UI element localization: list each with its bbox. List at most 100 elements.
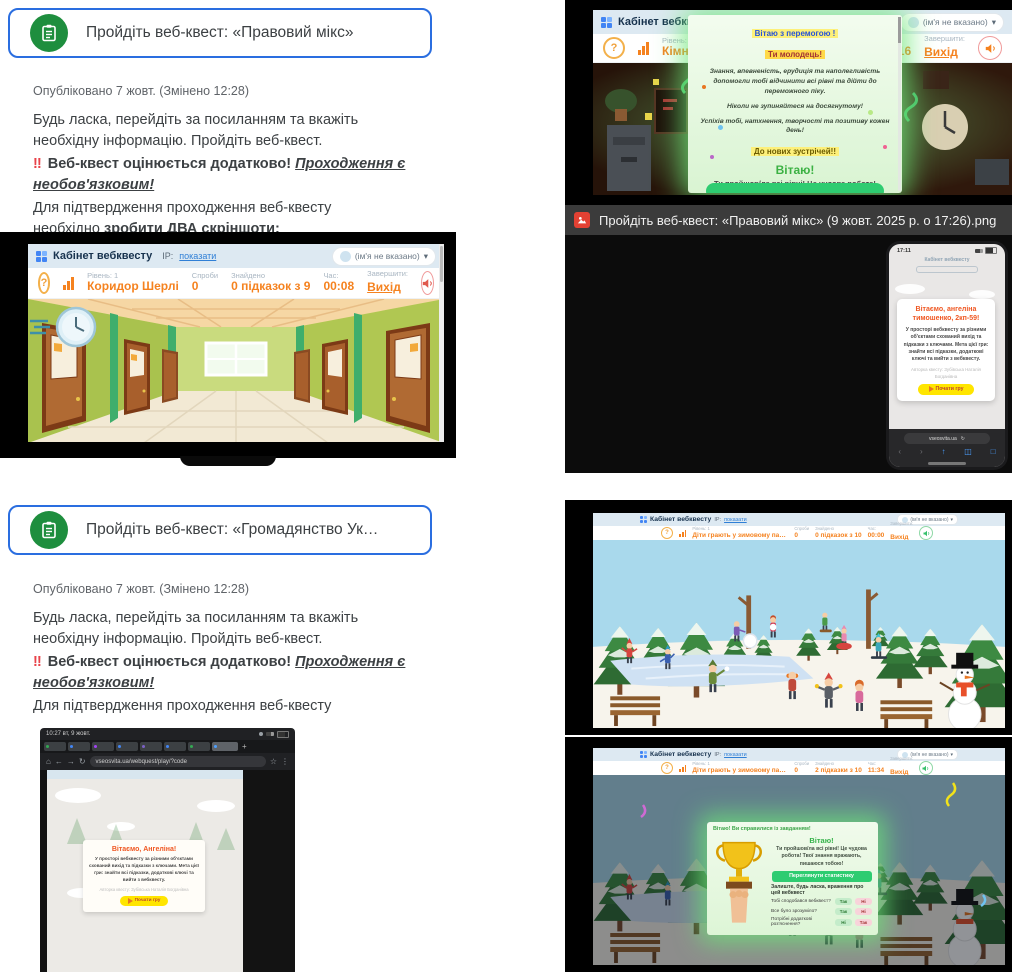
time-value: 00:08 <box>323 280 354 294</box>
browser-tab-active[interactable] <box>212 742 238 751</box>
confetti <box>718 125 723 130</box>
sound-button[interactable] <box>919 761 933 775</box>
webquest-window-winter-2: Кабінет вебквесту IP: показати (ім'я не … <box>593 748 1005 965</box>
attempts-stat: Спроби 0 <box>794 527 809 539</box>
avatar <box>908 17 919 28</box>
welcome-body: У просторі вебквесту за різними об'єктам… <box>89 856 199 884</box>
exit-link[interactable]: Вихід <box>924 45 958 59</box>
menu-button[interactable]: ⋮ <box>281 757 289 766</box>
question-text: Все було зрозуміло? <box>771 909 832 914</box>
exit-link[interactable]: Вихід <box>367 280 401 294</box>
image-file-icon <box>574 212 590 228</box>
bookmark-star-icon[interactable]: ☆ <box>270 757 277 766</box>
help-button[interactable]: ? <box>603 37 625 59</box>
url-text: vseosvita.ua <box>929 436 957 442</box>
user-dropdown[interactable]: (ім'я не вказано) ▾ <box>332 247 436 266</box>
new-tab-button[interactable]: + <box>242 742 247 751</box>
browser-tab[interactable] <box>140 742 162 751</box>
quest-welcome-modal: Вітаємо, ангеліна тимошенко, 2кп-59! У п… <box>897 299 995 401</box>
help-button[interactable]: ? <box>661 527 673 539</box>
sound-button[interactable] <box>978 36 1002 60</box>
rocket-icon <box>929 386 934 392</box>
frame-notch <box>180 456 276 466</box>
level-stat: Рівень: 1 Діти грають у зимовому парку і… <box>692 762 788 774</box>
confetti <box>710 155 714 159</box>
start-quest-label: Почати гру <box>135 898 161 903</box>
help-button[interactable]: ? <box>661 762 673 774</box>
faded-quest-header <box>47 770 243 779</box>
reload-button[interactable]: ↻ <box>79 757 86 766</box>
quest-author: Авторка квесту: Зубівська Наталія Богдан… <box>902 367 990 379</box>
attempts-value: 0 <box>192 280 218 294</box>
assignment-description: Будь ласка, перейдіть за посиланням та в… <box>33 110 423 242</box>
browser-tab[interactable] <box>92 742 114 751</box>
answer-yes-button[interactable]: Так <box>835 898 852 905</box>
feedback-question-row: Потрібні додаткові роз'яснення? Ні Так <box>771 917 872 927</box>
bookmarks-button[interactable]: ◫ <box>964 447 972 456</box>
screenshot-frame-winter-2: Кабінет вебквесту IP: показати (ім'я не … <box>565 737 1012 972</box>
faded-page-brand: Кабінет вебквесту <box>889 257 1005 263</box>
continue-button[interactable] <box>706 183 884 193</box>
start-quest-button[interactable]: Почати гру <box>918 384 974 395</box>
notification-icon <box>259 732 263 736</box>
time-stat: Час: 00:00 <box>868 527 885 539</box>
found-value: 2 підказки з 10 <box>815 767 862 774</box>
confirm-text: Для підтвердження проходження веб-квесту <box>33 698 331 714</box>
share-button[interactable]: ↑ <box>941 447 945 456</box>
safari-url-pill[interactable]: vseosvita.ua ↻ <box>904 433 990 444</box>
mobile-browser-screenshot: 10:27 вт, 9 жовт. + ⌂ ← → ↻ vseosvita.ua… <box>40 728 295 972</box>
corridor-scene-illustration <box>28 299 444 442</box>
question-text: Тобі сподобався вебквест? <box>771 899 832 904</box>
browser-tab[interactable] <box>68 742 90 751</box>
back-button[interactable]: ‹ <box>898 447 901 456</box>
user-dropdown[interactable]: (ім'я не вказано) ▾ <box>900 13 1004 32</box>
complete-header: Вітаю! Ви справилися із завданням! <box>713 826 872 832</box>
browser-tab[interactable] <box>116 742 138 751</box>
avatar <box>340 251 351 262</box>
forward-button[interactable]: → <box>67 757 75 766</box>
scrollbar[interactable] <box>439 244 444 442</box>
back-button[interactable]: ← <box>55 757 63 766</box>
modal-scrollbar[interactable] <box>898 17 901 191</box>
answer-no-button[interactable]: Ні <box>835 919 852 926</box>
time-value: 11:34 <box>868 767 884 774</box>
confirm-text: Для підтвердження проходження веб-квесту <box>33 200 331 216</box>
apps-grid-icon <box>640 516 647 523</box>
ip-show-link[interactable]: показати <box>179 251 216 261</box>
victory-paragraph: Ніколи не зупиняйтеся на досягнутому! <box>700 102 890 112</box>
sound-button[interactable] <box>919 526 933 540</box>
screenshot-frame-victory: Кабінет вебквесту IP: (ім'я не вказано) … <box>565 0 1012 205</box>
webquest-window-corridor: Кабінет вебквесту IP: показати (ім'я не … <box>28 244 444 442</box>
answer-no-button[interactable]: Ні <box>855 898 872 905</box>
level-bars-icon <box>63 277 74 290</box>
help-button[interactable]: ? <box>38 272 50 294</box>
home-button[interactable]: ⌂ <box>46 757 51 766</box>
browser-tab[interactable] <box>44 742 66 751</box>
finish-stat: Завершити: Вихід <box>367 270 408 297</box>
start-quest-button[interactable]: Почати гру <box>120 896 168 906</box>
home-indicator[interactable] <box>928 462 966 465</box>
attempts-stat: Спроби 0 <box>192 272 218 294</box>
confetti <box>868 110 873 115</box>
found-value: 0 підказок з 10 <box>815 532 862 539</box>
assignment-title: Пройдіть веб-квест: «Громадянство Ук… <box>86 521 378 539</box>
assignment-card-1[interactable]: Пройдіть веб-квест: «Правовий мікс» <box>8 8 432 58</box>
tabs-button[interactable]: □ <box>991 447 996 456</box>
iphone-screen: 17:11 Кабінет вебквесту Вітаємо, ангелін… <box>889 244 1005 467</box>
sound-button[interactable] <box>421 271 434 295</box>
assignment-card-2[interactable]: Пройдіть веб-квест: «Громадянство Ук… <box>8 505 432 555</box>
forward-button[interactable]: › <box>920 447 923 456</box>
answer-yes-button[interactable]: Так <box>835 908 852 915</box>
browser-tab[interactable] <box>188 742 210 751</box>
browser-tab[interactable] <box>164 742 186 751</box>
answer-no-button[interactable]: Ні <box>855 908 872 915</box>
attachment-row[interactable]: Пройдіть веб-квест: «Правовий мікс» (9 ж… <box>565 205 1012 235</box>
time-value: 00:00 <box>868 532 885 539</box>
answer-yes-button[interactable]: Так <box>855 919 872 926</box>
attachment-filename: Пройдіть веб-квест: «Правовий мікс» (9 ж… <box>599 213 996 228</box>
view-stats-button[interactable]: Переглянути статистику <box>772 871 872 882</box>
found-value: 0 підказок з 9 <box>231 280 310 294</box>
attempts-value: 0 <box>794 767 809 774</box>
victory-paragraph: Знання, впевненість, ерудиція та наполег… <box>700 67 890 97</box>
url-bar[interactable]: vseosvita.ua/webquest/play/?code <box>90 756 266 767</box>
